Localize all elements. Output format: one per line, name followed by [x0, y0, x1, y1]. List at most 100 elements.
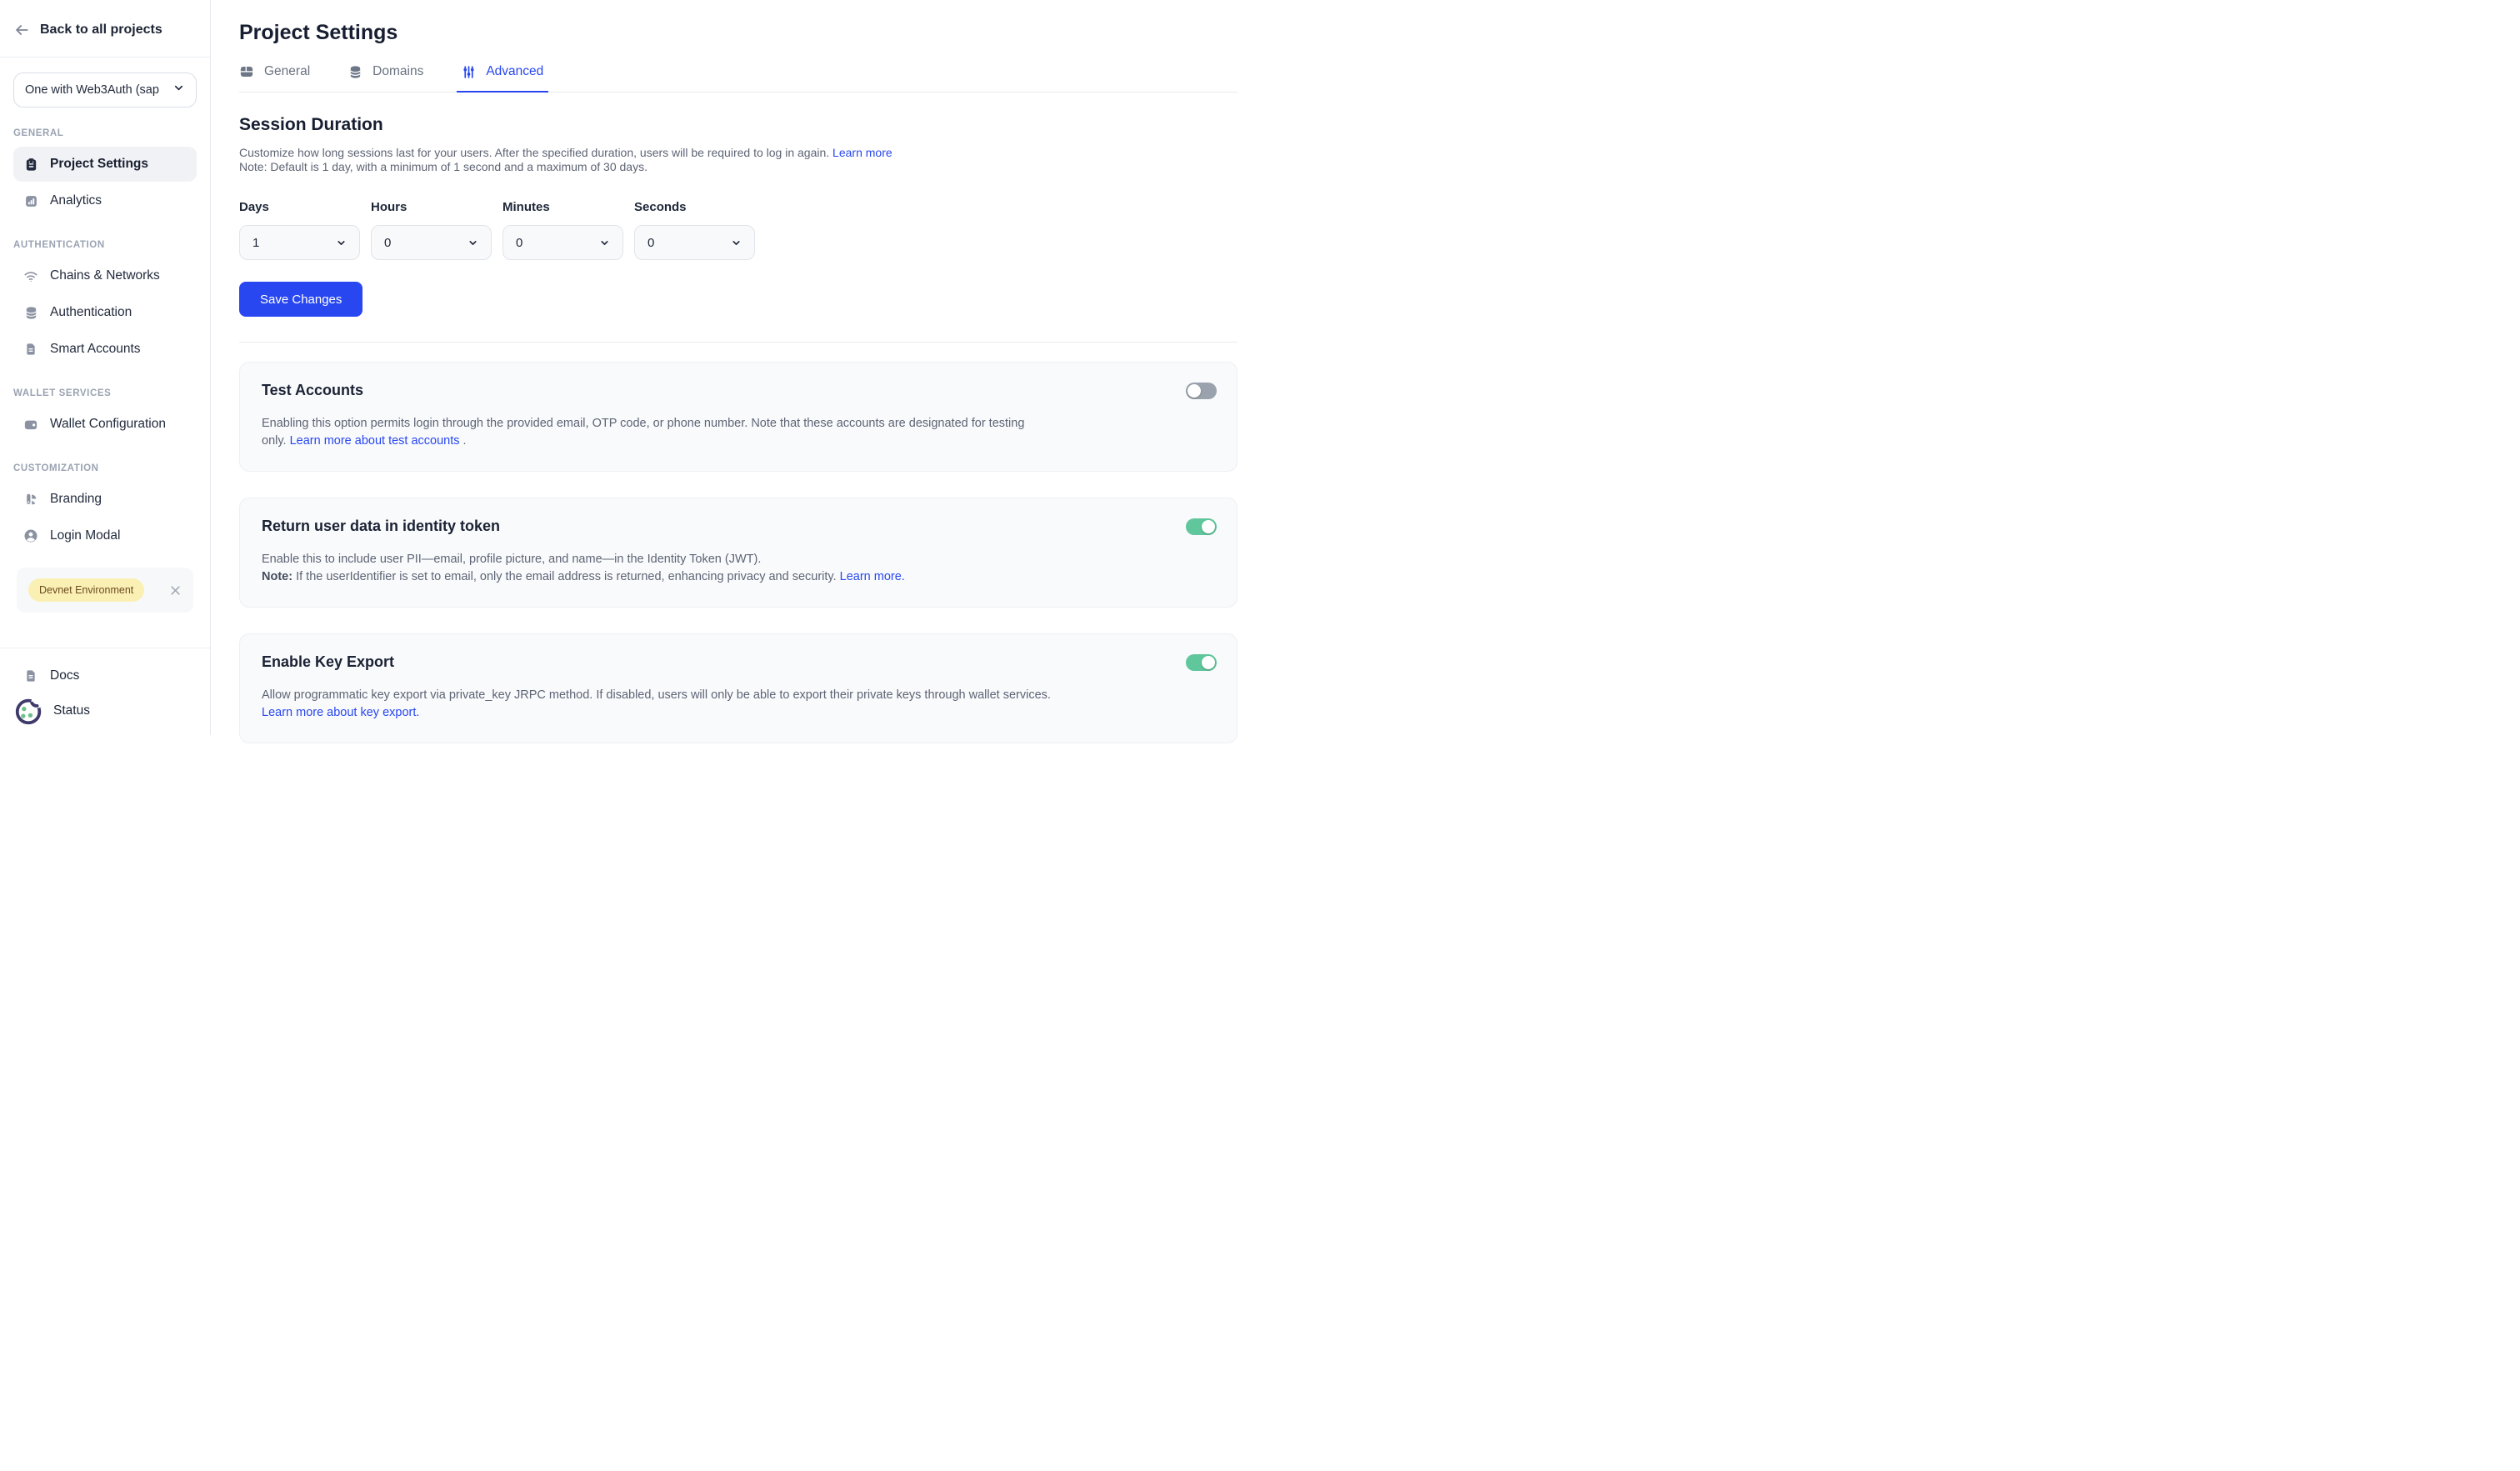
- sidebar-item-wallet-configuration[interactable]: Wallet Configuration: [13, 407, 197, 442]
- hours-field: Hours 0: [371, 200, 492, 260]
- sidebar-item-login-modal[interactable]: Login Modal: [13, 518, 197, 553]
- project-selector-value: One with Web3Auth (sap: [25, 83, 165, 97]
- sidebar: Back to all projects One with Web3Auth (…: [0, 0, 211, 735]
- days-select[interactable]: 1: [239, 225, 360, 260]
- sidebar-item-analytics[interactable]: Analytics: [13, 183, 197, 218]
- sidebar-footer: Docs Status: [0, 648, 210, 735]
- card-text: .: [460, 434, 467, 448]
- note-label: Note:: [262, 570, 292, 583]
- environment-badge: Devnet Environment: [28, 578, 144, 602]
- identity-token-toggle[interactable]: [1186, 518, 1217, 535]
- card-title: Return user data in identity token: [262, 518, 1215, 535]
- seconds-select[interactable]: 0: [634, 225, 755, 260]
- chevron-down-icon: [336, 238, 347, 248]
- back-to-projects-button[interactable]: Back to all projects: [0, 0, 210, 58]
- close-icon[interactable]: [169, 584, 182, 597]
- identity-token-card: Return user data in identity token Enabl…: [239, 498, 1238, 608]
- learn-more-link[interactable]: Learn more: [832, 146, 892, 159]
- user-circle-icon: [23, 528, 38, 543]
- table-icon: [239, 64, 254, 79]
- duration-fields: Days 1 Hours 0 Minutes 0 Seconds 0: [239, 200, 1238, 260]
- toggle-knob: [1188, 384, 1201, 398]
- section-label-customization: CUSTOMIZATION: [13, 463, 197, 473]
- toggle-knob: [1202, 656, 1215, 669]
- tab-bar: General Domains Advanced: [239, 64, 1238, 93]
- save-changes-button[interactable]: Save Changes: [239, 282, 362, 317]
- learn-more-key-export-link[interactable]: Learn more about key export.: [262, 706, 419, 719]
- card-description: Allow programmatic key export via privat…: [262, 687, 1215, 722]
- key-export-toggle[interactable]: [1186, 654, 1217, 671]
- sidebar-item-label: Analytics: [50, 193, 102, 208]
- days-label: Days: [239, 200, 360, 214]
- toggle-knob: [1202, 520, 1215, 533]
- tab-advanced[interactable]: Advanced: [462, 64, 543, 92]
- seconds-value: 0: [648, 236, 654, 250]
- test-accounts-toggle[interactable]: [1186, 383, 1217, 399]
- sidebar-item-chains-networks[interactable]: Chains & Networks: [13, 258, 197, 293]
- wallet-icon: [23, 417, 38, 432]
- tab-label: Domains: [372, 64, 423, 79]
- sidebar-item-authentication[interactable]: Authentication: [13, 295, 197, 330]
- status-label: Status: [53, 703, 90, 718]
- back-label: Back to all projects: [40, 23, 162, 38]
- minutes-value: 0: [516, 236, 522, 250]
- main-content: Project Settings General Domains Advance…: [211, 0, 1260, 735]
- test-accounts-card: Test Accounts Enabling this option permi…: [239, 362, 1238, 472]
- tab-domains[interactable]: Domains: [348, 64, 423, 92]
- session-duration-title: Session Duration: [239, 115, 1238, 135]
- card-text: Allow programmatic key export via privat…: [262, 688, 1051, 702]
- tab-label: Advanced: [486, 64, 543, 79]
- days-field: Days 1: [239, 200, 360, 260]
- session-note-text: Note: Default is 1 day, with a minimum o…: [239, 160, 648, 173]
- key-export-card: Enable Key Export Allow programmatic key…: [239, 633, 1238, 743]
- session-duration-description: Customize how long sessions last for you…: [239, 146, 1238, 174]
- tab-general[interactable]: General: [239, 64, 310, 92]
- wifi-icon: [23, 268, 38, 283]
- sidebar-item-label: Smart Accounts: [50, 342, 141, 357]
- card-text: If the userIdentifier is set to email, o…: [292, 570, 840, 583]
- project-selector[interactable]: One with Web3Auth (sap: [13, 73, 197, 108]
- arrow-left-icon: [13, 22, 30, 38]
- file-icon: [23, 342, 38, 357]
- sidebar-item-label: Chains & Networks: [50, 268, 160, 283]
- minutes-select[interactable]: 0: [502, 225, 623, 260]
- docs-link[interactable]: Docs: [13, 658, 197, 693]
- chevron-down-icon: [172, 82, 185, 98]
- card-text: only.: [262, 434, 290, 448]
- status-link[interactable]: Status: [13, 693, 197, 728]
- cookie-icon: [13, 695, 45, 727]
- environment-banner: Devnet Environment: [17, 568, 193, 613]
- sidebar-item-label: Project Settings: [50, 157, 148, 172]
- docs-icon: [23, 668, 38, 683]
- branding-icon: [23, 492, 38, 507]
- section-label-general: GENERAL: [13, 128, 197, 138]
- chevron-down-icon: [599, 238, 610, 248]
- minutes-label: Minutes: [502, 200, 623, 214]
- hours-value: 0: [384, 236, 391, 250]
- clipboard-icon: [23, 157, 38, 172]
- hours-select[interactable]: 0: [371, 225, 492, 260]
- sidebar-item-smart-accounts[interactable]: Smart Accounts: [13, 332, 197, 367]
- chevron-down-icon: [731, 238, 742, 248]
- learn-more-test-accounts-link[interactable]: Learn more about test accounts: [290, 434, 460, 448]
- card-description: Enabling this option permits login throu…: [262, 415, 1215, 450]
- card-title: Enable Key Export: [262, 653, 1215, 671]
- sliders-icon: [462, 65, 476, 79]
- sidebar-item-project-settings[interactable]: Project Settings: [13, 147, 197, 182]
- database-icon: [348, 65, 362, 79]
- learn-more-identity-link[interactable]: Learn more.: [840, 570, 905, 583]
- page-title: Project Settings: [239, 21, 1238, 45]
- card-text: Enabling this option permits login throu…: [262, 417, 1024, 430]
- sidebar-item-branding[interactable]: Branding: [13, 482, 197, 517]
- advanced-option-cards: Test Accounts Enabling this option permi…: [239, 362, 1238, 743]
- sidebar-item-label: Authentication: [50, 305, 132, 320]
- card-title: Test Accounts: [262, 382, 1215, 399]
- bar-chart-icon: [23, 193, 38, 208]
- database-icon: [23, 305, 38, 320]
- days-value: 1: [252, 236, 259, 250]
- section-label-wallet-services: WALLET SERVICES: [13, 388, 197, 398]
- docs-label: Docs: [50, 668, 79, 683]
- tab-label: General: [264, 64, 310, 79]
- chevron-down-icon: [468, 238, 478, 248]
- card-description: Enable this to include user PII—email, p…: [262, 551, 1215, 586]
